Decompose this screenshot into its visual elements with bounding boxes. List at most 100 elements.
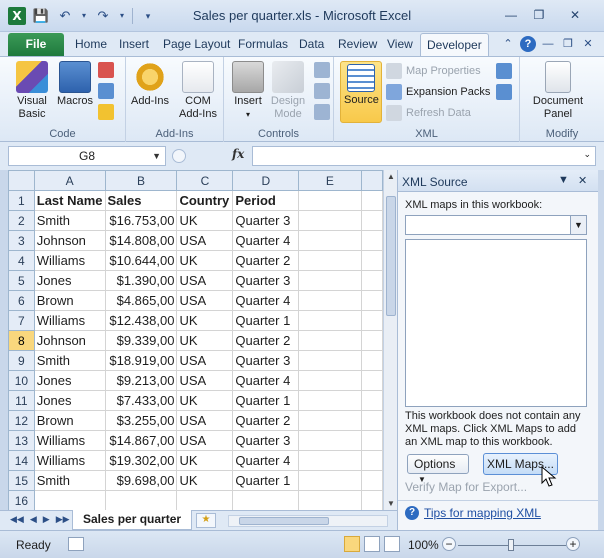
cell[interactable]: $9.213,00 (104, 370, 178, 391)
row-header[interactable]: 16 (8, 490, 35, 510)
map-properties-button[interactable]: Map Properties (386, 63, 481, 79)
scroll-up-icon[interactable]: ▲ (384, 172, 398, 181)
zoom-out-icon[interactable]: − (442, 537, 456, 551)
cell[interactable]: $14.867,00 (104, 430, 178, 451)
row-header[interactable]: 4 (8, 250, 35, 271)
cell[interactable]: UK (176, 210, 234, 231)
cell[interactable]: Williams (33, 430, 106, 451)
cell[interactable] (298, 270, 362, 291)
cell[interactable] (360, 410, 383, 431)
cell[interactable] (104, 490, 178, 510)
properties-button[interactable] (314, 62, 330, 78)
cell[interactable]: Smith (33, 350, 106, 371)
column-header[interactable]: C (176, 170, 234, 191)
tab-developer[interactable]: Developer (420, 33, 489, 57)
macros-button[interactable]: Macros (56, 61, 94, 108)
cell[interactable]: $4.865,00 (104, 290, 178, 311)
select-all-corner[interactable] (8, 170, 35, 191)
cell[interactable] (298, 390, 362, 411)
cell[interactable]: Jones (33, 270, 106, 291)
workbook-restore-icon[interactable]: ❐ (560, 36, 576, 52)
normal-view-icon[interactable] (344, 536, 360, 552)
next-sheet-icon[interactable]: ▶ (43, 514, 50, 525)
cell[interactable] (298, 470, 362, 491)
row-header[interactable]: 13 (8, 430, 35, 451)
cell[interactable] (298, 410, 362, 431)
restore-icon[interactable]: ❐ (526, 6, 552, 24)
name-box-dropdown-icon[interactable]: ▼ (152, 147, 161, 165)
macro-security-button[interactable] (98, 104, 114, 120)
cell[interactable]: Quarter 3 (232, 210, 300, 231)
cell[interactable]: Williams (33, 310, 106, 331)
cell[interactable] (298, 350, 362, 371)
row-header[interactable]: 3 (8, 230, 35, 251)
insert-sheet-icon[interactable]: ★ (196, 513, 216, 528)
horizontal-scrollbar[interactable] (228, 515, 388, 527)
cell[interactable]: Williams (33, 250, 106, 271)
tab-review[interactable]: Review (338, 37, 377, 51)
cell[interactable]: UK (176, 310, 234, 331)
cell[interactable] (360, 350, 383, 371)
cell[interactable]: Quarter 1 (232, 310, 300, 331)
cell[interactable]: $9.698,00 (104, 470, 178, 491)
cell[interactable] (298, 290, 362, 311)
cell[interactable]: Quarter 3 (232, 270, 300, 291)
cell[interactable]: Quarter 4 (232, 370, 300, 391)
cell[interactable] (360, 390, 383, 411)
tab-formulas[interactable]: Formulas (238, 37, 288, 51)
previous-sheet-icon[interactable]: ◀ (30, 514, 37, 525)
cell[interactable] (176, 490, 234, 510)
workbook-close-icon[interactable]: ✕ (580, 36, 596, 52)
row-header[interactable]: 11 (8, 390, 35, 411)
cell[interactable]: Williams (33, 450, 106, 471)
zoom-level[interactable]: 100% (408, 538, 439, 552)
add-ins-button[interactable]: Add-Ins (128, 61, 172, 108)
tab-data[interactable]: Data (299, 37, 324, 51)
page-break-view-icon[interactable] (384, 536, 400, 552)
cell[interactable] (298, 370, 362, 391)
zoom-in-icon[interactable]: + (566, 537, 580, 551)
xml-maps-dropdown-icon[interactable]: ▼ (570, 216, 586, 234)
worksheet-grid[interactable]: A B C D E 1 Last Name Sales Country Period 2 Smith $… (8, 170, 383, 510)
cell[interactable]: Last Name (33, 190, 106, 211)
cell[interactable]: Smith (33, 210, 106, 231)
name-box[interactable]: G8 ▼ (8, 146, 166, 166)
cell[interactable]: Quarter 3 (232, 430, 300, 451)
cell[interactable] (360, 210, 383, 231)
cell[interactable] (298, 230, 362, 251)
row-header[interactable]: 5 (8, 270, 35, 291)
cell[interactable]: UK (176, 330, 234, 351)
cell[interactable] (298, 330, 362, 351)
verify-map-link[interactable]: Verify Map for Export... (405, 480, 527, 494)
cell[interactable]: Period (232, 190, 300, 211)
cell[interactable]: USA (176, 270, 234, 291)
vertical-scrollbar[interactable]: ▲ ▼ (383, 170, 397, 510)
cell[interactable]: Johnson (33, 230, 106, 251)
cell[interactable] (298, 490, 362, 510)
cell[interactable]: $10.644,00 (104, 250, 178, 271)
formula-input[interactable]: ⌄ (252, 146, 596, 166)
cell[interactable] (360, 490, 383, 510)
cell[interactable]: $16.753,00 (104, 210, 178, 231)
cell[interactable]: Johnson (33, 330, 106, 351)
page-layout-view-icon[interactable] (364, 536, 380, 552)
xml-map-tree[interactable] (405, 239, 587, 407)
row-header[interactable]: 6 (8, 290, 35, 311)
cell[interactable]: $14.808,00 (104, 230, 178, 251)
insert-control-button[interactable]: Insert ▾ (228, 61, 268, 121)
cell[interactable]: USA (176, 430, 234, 451)
pane-close-icon[interactable]: ✕ (578, 174, 587, 187)
xml-maps-select[interactable]: ▼ (405, 215, 587, 235)
cell[interactable]: Quarter 3 (232, 350, 300, 371)
cell[interactable]: $9.339,00 (104, 330, 178, 351)
cell[interactable]: USA (176, 230, 234, 251)
tab-insert[interactable]: Insert (119, 37, 149, 51)
row-header[interactable]: 8 (8, 330, 35, 351)
column-header[interactable]: B (104, 170, 178, 191)
cell[interactable]: Quarter 4 (232, 450, 300, 471)
cell[interactable]: UK (176, 250, 234, 271)
row-header[interactable]: 2 (8, 210, 35, 231)
macro-recording-icon[interactable] (68, 537, 84, 551)
cell[interactable]: Smith (33, 470, 106, 491)
cell[interactable]: Quarter 1 (232, 470, 300, 491)
